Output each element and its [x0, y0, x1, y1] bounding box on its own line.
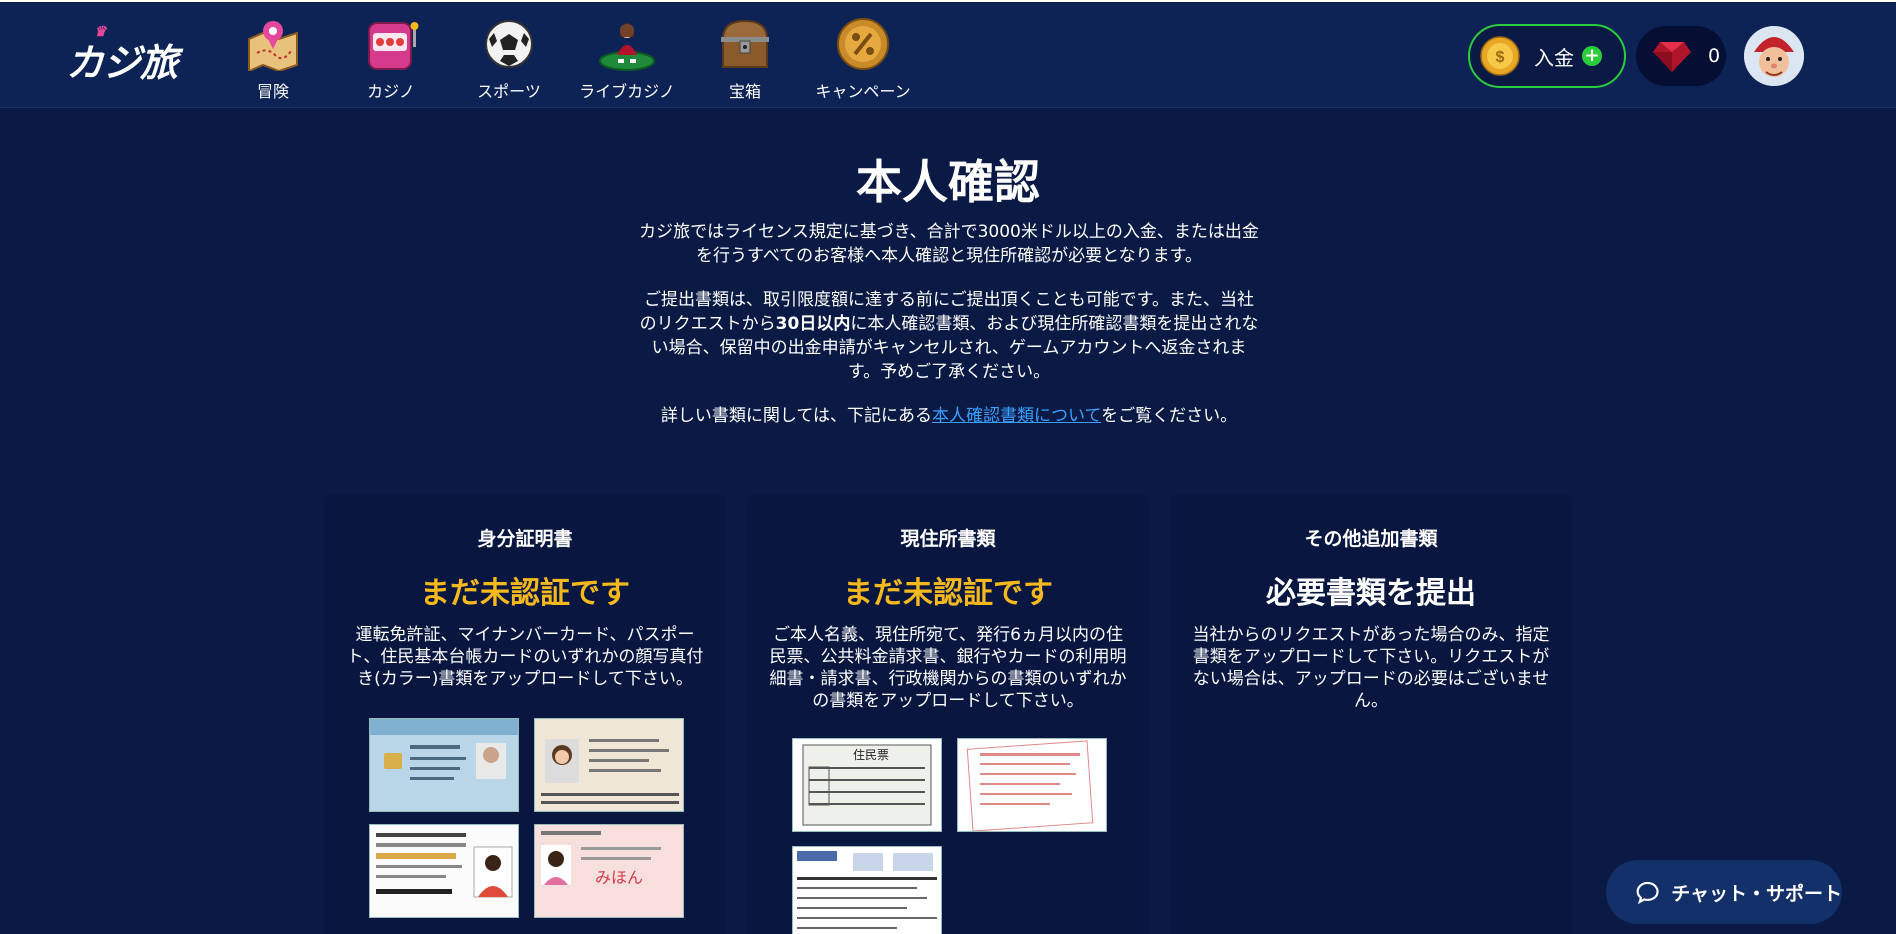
svg-text:$: $	[1496, 49, 1505, 66]
nav-item-live-casino[interactable]: ライブカジノ	[568, 16, 686, 102]
status-badge: まだ未認証です	[843, 576, 1053, 611]
documents-info-link[interactable]: 本人確認書類について	[932, 406, 1101, 426]
card-description: ご本人名義、現住所宛て、発行6ヵ月以内の住民票、公共料金請求書、銀行やカードの利…	[769, 625, 1127, 711]
residence-certificate-sample-image: 住民票	[792, 738, 942, 832]
intro-bold-deadline: 30日以内	[775, 314, 851, 334]
card-title: 現住所書類	[900, 528, 996, 550]
site-logo[interactable]: ♛ カジ旅	[66, 24, 196, 85]
svg-text:みほん: みほん	[595, 870, 643, 887]
gem-count: 0	[1708, 45, 1721, 67]
deposit-label: 入金	[1534, 45, 1574, 70]
nav-item-treasure[interactable]: 宝箱	[686, 16, 804, 102]
nav-label: カジノ	[367, 82, 415, 101]
intro-text-part: 詳しい書類に関しては、下記にある	[660, 406, 932, 426]
treasure-chest-icon	[715, 16, 775, 72]
avatar[interactable]	[1744, 26, 1804, 86]
coin-icon: $	[1480, 36, 1520, 76]
crown-icon: ♛	[94, 24, 107, 40]
chat-support-button[interactable]: チャット・サポート	[1606, 860, 1842, 924]
slot-machine-icon	[361, 16, 421, 72]
main-nav: 冒険 カジノ スポーツ ライブカジノ 宝箱 キャンペーン	[214, 16, 922, 106]
map-icon	[243, 16, 303, 72]
nav-label: スポーツ	[477, 82, 541, 101]
nav-item-sports[interactable]: スポーツ	[450, 16, 568, 102]
card-description: 運転免許証、マイナンバーカード、パスポート、住民基本台帳カードのいずれかの顔写真…	[346, 625, 704, 689]
gem-icon	[1653, 42, 1691, 72]
status-badge: まだ未認証です	[420, 576, 630, 611]
identity-document-card[interactable]: 身分証明書 まだ未認証です 運転免許証、マイナンバーカード、パスポート、住民基本…	[324, 494, 726, 934]
nav-item-campaign[interactable]: キャンペーン	[804, 16, 922, 102]
card-title: その他追加書類	[1304, 528, 1438, 550]
deposit-button[interactable]: $ 入金 +	[1468, 24, 1626, 88]
live-dealer-icon	[597, 16, 657, 72]
nav-label: ライブカジノ	[579, 82, 675, 101]
nav-label: 冒険	[256, 82, 289, 101]
percent-badge-icon	[833, 16, 893, 72]
card-description: 当社からのリクエストがあった場合のみ、指定書類をアップロードして下さい。リクエス…	[1192, 625, 1550, 711]
chat-support-label: チャット・サポート	[1671, 882, 1842, 905]
nav-label: 宝箱	[728, 82, 761, 101]
page-title: 本人確認	[856, 155, 1040, 209]
drivers-license-sample-image	[369, 824, 519, 918]
nav-item-adventure[interactable]: 冒険	[214, 16, 332, 102]
bank-statement-sample-image	[792, 846, 942, 934]
utility-bill-sample-image	[957, 738, 1107, 832]
top-header: ♛ カジ旅 冒険 カジノ スポーツ ライブカジノ 宝箱 キャンペーン $ 入金 …	[0, 0, 1896, 108]
id-card-sample-image	[369, 718, 519, 812]
nav-label: キャンペーン	[815, 82, 911, 101]
chat-bubble-icon	[1636, 881, 1659, 905]
plus-icon: +	[1582, 46, 1602, 66]
gem-balance[interactable]: 0	[1636, 26, 1726, 86]
soccer-ball-icon	[479, 16, 539, 72]
address-document-card[interactable]: 現住所書類 まだ未認証です ご本人名義、現住所宛て、発行6ヵ月以内の住民票、公共…	[747, 494, 1149, 934]
mynumber-card-sample-image: みほん	[534, 824, 684, 918]
intro-text: カジ旅ではライセンス規定に基づき、合計で3000米ドル以上の入金、または出金を行…	[636, 220, 1262, 448]
intro-text-part: をご覧ください。	[1101, 406, 1238, 426]
intro-paragraph-2: ご提出書類は、取引限度額に達する前にご提出頂くことも可能です。また、当社のリクエ…	[636, 288, 1262, 384]
submit-documents-heading: 必要書類を提出	[1266, 576, 1476, 611]
passport-sample-image	[534, 718, 684, 812]
thumb-caption: 住民票	[853, 748, 889, 762]
card-title: 身分証明書	[477, 528, 573, 550]
nav-item-casino[interactable]: カジノ	[332, 16, 450, 102]
logo-text: カジ旅	[66, 40, 178, 85]
additional-document-card[interactable]: その他追加書類 必要書類を提出 当社からのリクエストがあった場合のみ、指定書類を…	[1170, 494, 1572, 934]
intro-paragraph-1: カジ旅ではライセンス規定に基づき、合計で3000米ドル以上の入金、または出金を行…	[639, 222, 1259, 266]
intro-paragraph-3: 詳しい書類に関しては、下記にある本人確認書類についてをご覧ください。	[636, 404, 1262, 428]
